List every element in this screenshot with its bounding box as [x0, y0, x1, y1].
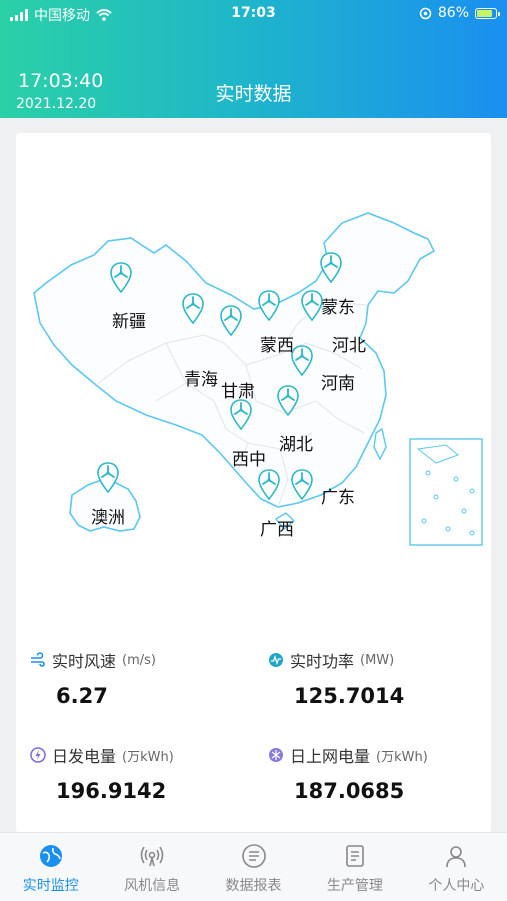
province-label: 澳洲	[91, 508, 125, 528]
metric-unit: (m/s)	[122, 652, 156, 668]
metric-daily-generation: 日发电量 (万kWh) 196.9142	[30, 745, 250, 825]
page-title: 实时数据	[215, 83, 292, 105]
province-label: 青海	[184, 370, 218, 390]
tab-turbine-info[interactable]: 风机信息	[101, 833, 202, 901]
metric-label: 日上网电量	[290, 747, 371, 766]
province-label: 河南	[321, 374, 355, 394]
wind-turbine-pin-icon[interactable]	[319, 252, 343, 288]
province-label: 广西	[260, 520, 294, 540]
metric-unit: (万kWh)	[376, 749, 428, 765]
battery-percent: 86%	[437, 5, 469, 21]
tab-production-management[interactable]: 生产管理	[304, 833, 405, 901]
globe-icon	[39, 845, 62, 867]
wind-turbine-pin-icon[interactable]	[257, 469, 281, 505]
tab-label: 生产管理	[326, 878, 383, 894]
province-label: 西中	[232, 450, 266, 470]
metric-value: 6.27	[56, 684, 108, 708]
province-label: 新疆	[112, 312, 146, 332]
province-label: 广东	[321, 488, 355, 508]
metric-value: 187.0685	[294, 779, 405, 803]
orientation-lock-icon	[419, 7, 432, 19]
wind-turbine-pin-icon[interactable]	[290, 345, 314, 381]
bottom-tab-bar: 实时监控 风机信息 数据报表 生产管理 个人中心	[0, 832, 507, 901]
metrics-panel: 实时风速 (m/s) 6.27 实时功率 (MW) 125.7014 日发电量 …	[0, 640, 507, 832]
province-label: 湖北	[279, 435, 313, 455]
wind-turbine-pin-icon[interactable]	[181, 293, 205, 329]
wind-turbine-pin-icon[interactable]	[109, 262, 133, 298]
clipboard-icon	[346, 845, 364, 867]
lightning-icon	[30, 747, 46, 763]
metric-wind-speed: 实时风速 (m/s) 6.27	[30, 650, 250, 730]
report-icon	[241, 844, 266, 868]
metric-label: 实时功率	[290, 652, 355, 671]
user-icon	[446, 846, 467, 868]
metric-unit: (MW)	[360, 652, 395, 668]
tab-label: 实时监控	[22, 878, 79, 894]
wind-turbine-pin-icon[interactable]	[219, 305, 243, 341]
signal-tower-icon	[140, 846, 164, 867]
wind-turbine-pin-icon[interactable]	[300, 290, 324, 326]
metric-value: 125.7014	[294, 684, 405, 708]
south-china-sea-inset	[409, 438, 483, 546]
header: 中国移动 17:03 86% 17:03:40 2021.12.20 实时数据	[0, 0, 507, 118]
province-label: 蒙东	[321, 298, 355, 318]
tab-personal-center[interactable]: 个人中心	[406, 833, 507, 901]
tab-label: 个人中心	[428, 878, 485, 894]
metric-label: 日发电量	[52, 747, 117, 766]
province-label: 蒙西	[260, 336, 294, 356]
battery-icon	[475, 7, 500, 19]
wind-turbine-pin-icon[interactable]	[229, 399, 253, 435]
province-label: 河北	[332, 336, 366, 356]
metric-power: 实时功率 (MW) 125.7014	[268, 650, 488, 730]
metric-unit: (万kWh)	[122, 749, 174, 765]
wind-turbine-pin-icon[interactable]	[257, 290, 281, 326]
power-wave-icon	[269, 653, 283, 667]
wind-turbine-pin-icon[interactable]	[290, 469, 314, 505]
tab-data-report[interactable]: 数据报表	[203, 833, 304, 901]
tab-label: 风机信息	[124, 878, 181, 894]
metric-label: 实时风速	[52, 652, 117, 671]
status-bar: 中国移动 17:03 86%	[0, 0, 507, 28]
metric-value: 196.9142	[56, 779, 167, 803]
grid-icon	[269, 748, 283, 762]
metric-daily-grid: 日上网电量 (万kWh) 187.0685	[268, 745, 488, 825]
wind-turbine-pin-icon[interactable]	[96, 462, 120, 498]
wind-icon	[31, 652, 45, 667]
tab-label: 数据报表	[225, 878, 282, 894]
china-map	[33, 212, 483, 546]
wind-turbine-pin-icon[interactable]	[276, 385, 300, 421]
tab-realtime-monitor[interactable]: 实时监控	[0, 833, 101, 901]
